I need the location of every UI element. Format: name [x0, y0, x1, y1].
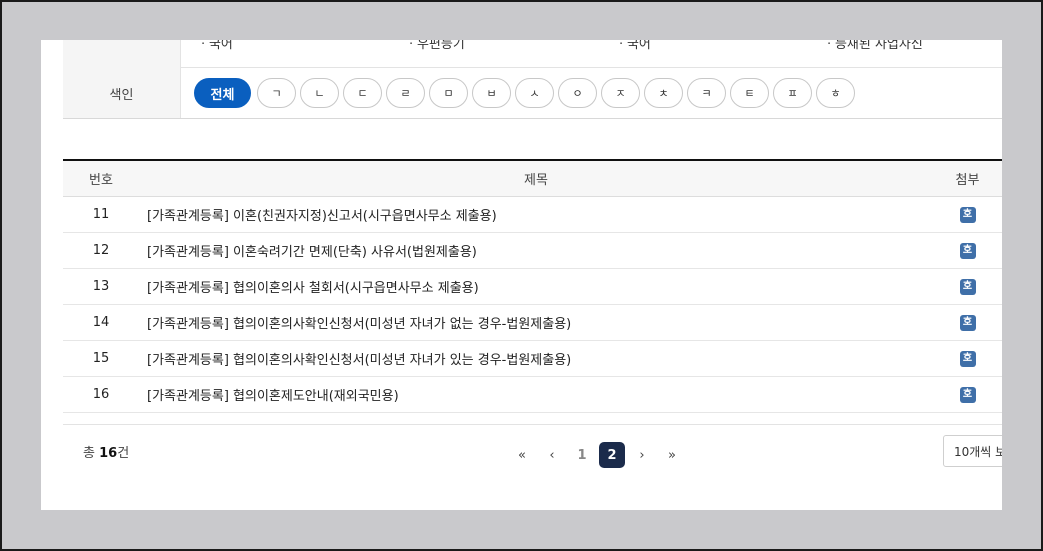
index-chip[interactable]: ㄹ — [386, 78, 425, 108]
page-2-button[interactable]: 2 — [599, 442, 625, 468]
attach-cell: 호 — [933, 242, 1002, 259]
table-row: 15 [가족관계등록] 협의이혼의사확인신청서(미성년 자녀가 있는 경우-법원… — [63, 341, 1002, 377]
forms-table: 번호 제목 첨부 11 [가족관계등록] 이혼(친권자지정)신고서(시구읍면사무… — [63, 159, 1002, 413]
hwp-file-icon[interactable]: 호 — [959, 386, 976, 403]
total-count: 총 16건 — [83, 442, 129, 461]
row-title-link[interactable]: [가족관계등록] 이혼숙려기간 면제(단축) 사유서(법원제출용) — [139, 241, 933, 260]
filter-row-cut-header — [63, 40, 181, 68]
total-number: 16 — [99, 446, 118, 461]
row-title-link[interactable]: [가족관계등록] 이혼(친권자지정)신고서(시구읍면사무소 제출용) — [139, 205, 933, 224]
page-1-button[interactable]: 1 — [569, 442, 595, 468]
row-title-link[interactable]: [가족관계등록] 협의이혼제도안내(재외국민용) — [139, 385, 933, 404]
table-row: 14 [가족관계등록] 협의이혼의사확인신청서(미성년 자녀가 없는 경우-법원… — [63, 305, 1002, 341]
table-row: 12 [가족관계등록] 이혼숙려기간 면제(단축) 사유서(법원제출용) 호 — [63, 233, 1002, 269]
row-number: 15 — [92, 351, 110, 366]
index-chip-group: 전체 ㄱ ㄴ ㄷ ㄹ ㅁ ㅂ ㅅ ㅇ ㅈ ㅊ ㅋ ㅌ ㅍ ㅎ — [194, 78, 855, 108]
index-filter-row: 색인 전체 ㄱ ㄴ ㄷ ㄹ ㅁ ㅂ ㅅ ㅇ ㅈ ㅊ ㅋ ㅌ ㅍ ㅎ — [63, 68, 1002, 119]
header-no: 번호 — [89, 173, 113, 188]
header-title: 제목 — [524, 173, 548, 188]
index-chip[interactable]: ㅇ — [558, 78, 597, 108]
cut-item: ㆍ국어 — [197, 40, 233, 52]
header-attach: 첨부 — [955, 173, 980, 188]
hwp-file-icon[interactable]: 호 — [959, 350, 976, 367]
prev-page-icon[interactable]: ‹ — [539, 442, 565, 468]
table-header: 번호 제목 첨부 — [63, 161, 1002, 197]
cut-item: ㆍ우편등기 — [405, 40, 465, 52]
index-chip-all[interactable]: 전체 — [194, 78, 251, 108]
index-chip[interactable]: ㅅ — [515, 78, 554, 108]
index-chip[interactable]: ㅂ — [472, 78, 511, 108]
row-number: 16 — [92, 387, 110, 402]
row-number: 12 — [92, 243, 110, 258]
hwp-file-icon[interactable]: 호 — [959, 206, 976, 223]
table-row: 13 [가족관계등록] 협의이혼의사 철회서(시구읍면사무소 제출용) 호 — [63, 269, 1002, 305]
row-title-link[interactable]: [가족관계등록] 협의이혼의사확인신청서(미성년 자녀가 없는 경우-법원제출용… — [139, 313, 933, 332]
row-number: 14 — [92, 315, 110, 330]
cut-item: ㆍ국어 — [615, 40, 651, 52]
row-title-link[interactable]: [가족관계등록] 협의이혼의사확인신청서(미성년 자녀가 있는 경우-법원제출용… — [139, 349, 933, 368]
row-number: 13 — [92, 279, 110, 294]
attach-cell: 호 — [933, 278, 1002, 295]
index-chip[interactable]: ㅍ — [773, 78, 812, 108]
index-chip[interactable]: ㅌ — [730, 78, 769, 108]
row-title-link[interactable]: [가족관계등록] 협의이혼의사 철회서(시구읍면사무소 제출용) — [139, 277, 933, 296]
filter-row-cut: ㆍ국어 ㆍ우편등기 ㆍ국어 ㆍ등재된 사업자신 — [63, 40, 1002, 68]
page-size-select[interactable]: 10개씩 보기 — [943, 435, 1002, 467]
cut-item: ㆍ등재된 사업자신 — [823, 40, 923, 52]
row-number: 11 — [92, 207, 110, 222]
table-row: 11 [가족관계등록] 이혼(친권자지정)신고서(시구읍면사무소 제출용) 호 — [63, 197, 1002, 233]
attach-cell: 호 — [933, 314, 1002, 331]
footer-divider — [63, 424, 1002, 425]
index-chip[interactable]: ㄱ — [257, 78, 296, 108]
index-chip[interactable]: ㅊ — [644, 78, 683, 108]
index-chip[interactable]: ㅁ — [429, 78, 468, 108]
hwp-file-icon[interactable]: 호 — [959, 314, 976, 331]
index-chip[interactable]: ㄴ — [300, 78, 339, 108]
total-suffix: 건 — [117, 446, 130, 461]
index-chip[interactable]: ㄷ — [343, 78, 382, 108]
attach-cell: 호 — [933, 386, 1002, 403]
index-chip[interactable]: ㅈ — [601, 78, 640, 108]
total-prefix: 총 — [83, 446, 100, 461]
attach-cell: 호 — [933, 206, 1002, 223]
hwp-file-icon[interactable]: 호 — [959, 242, 976, 259]
content-panel: ㆍ국어 ㆍ우편등기 ㆍ국어 ㆍ등재된 사업자신 색인 전체 ㄱ ㄴ ㄷ ㄹ ㅁ … — [41, 40, 1002, 510]
index-label: 색인 — [63, 68, 181, 118]
attach-cell: 호 — [933, 350, 1002, 367]
next-page-icon[interactable]: › — [629, 442, 655, 468]
header-title-cell: 제목 — [139, 169, 933, 188]
pagination: « ‹ 1 2 › » — [509, 442, 685, 468]
index-chip[interactable]: ㅋ — [687, 78, 726, 108]
table-row: 16 [가족관계등록] 협의이혼제도안내(재외국민용) 호 — [63, 377, 1002, 413]
index-chip[interactable]: ㅎ — [816, 78, 855, 108]
hwp-file-icon[interactable]: 호 — [959, 278, 976, 295]
last-page-icon[interactable]: » — [659, 442, 685, 468]
first-page-icon[interactable]: « — [509, 442, 535, 468]
